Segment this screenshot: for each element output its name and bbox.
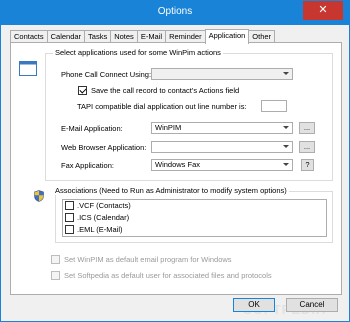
save-record-label: Save the call record to contact's Action… <box>91 86 240 95</box>
fax-help-button[interactable]: ? <box>301 159 314 171</box>
vcf-label: .VCF (Contacts) <box>77 201 131 210</box>
vcf-checkbox[interactable] <box>65 201 74 210</box>
eml-checkbox[interactable] <box>65 225 74 234</box>
fax-app-value: Windows Fax <box>155 160 201 169</box>
browser-app-combo[interactable] <box>151 141 293 153</box>
default-user-label: Set Softpedia as default user for associ… <box>64 271 272 280</box>
application-panel: Select applications used for some WinPim… <box>10 42 342 295</box>
email-app-combo[interactable]: WinPIM <box>151 122 293 134</box>
tab-application[interactable]: Application <box>204 29 250 44</box>
ics-label: .ICS (Calendar) <box>77 213 130 222</box>
chevron-down-icon <box>283 126 289 129</box>
shield-icon <box>34 190 44 202</box>
default-user-checkbox[interactable] <box>51 271 60 280</box>
chevron-down-icon <box>283 163 289 166</box>
actions-group-title: Select applications used for some WinPim… <box>53 48 223 57</box>
fax-app-combo[interactable]: Windows Fax <box>151 159 293 171</box>
browser-browse-button[interactable]: ... <box>299 141 315 153</box>
ics-checkbox[interactable] <box>65 213 74 222</box>
phone-call-label: Phone Call Connect Using: <box>61 70 152 79</box>
fax-app-label: Fax Application: <box>61 161 114 170</box>
chevron-down-icon <box>283 72 289 75</box>
cancel-button[interactable]: Cancel <box>286 298 338 312</box>
application-window-icon <box>19 61 37 76</box>
default-email-checkbox[interactable] <box>51 255 60 264</box>
eml-label: .EML (E-Mail) <box>77 225 123 234</box>
close-button[interactable]: ✕ <box>303 1 343 20</box>
tapi-line-input[interactable] <box>261 100 287 112</box>
browser-app-label: Web Browser Application: <box>61 143 147 152</box>
associations-list: .VCF (Contacts) .ICS (Calendar) .EML (E-… <box>62 199 327 237</box>
title-bar: Options ✕ <box>1 1 349 25</box>
window-title: Options <box>157 6 193 17</box>
email-app-value: WinPIM <box>155 123 182 132</box>
save-record-checkbox[interactable] <box>78 86 87 95</box>
ok-button[interactable]: OK <box>233 298 275 312</box>
close-icon: ✕ <box>318 4 328 16</box>
email-app-label: E-Mail Application: <box>61 124 123 133</box>
chevron-down-icon <box>283 145 289 148</box>
phone-call-combo[interactable] <box>151 68 293 80</box>
tab-strip: Contacts Calendar Tasks Notes E-Mail Rem… <box>10 29 342 44</box>
tapi-label: TAPI compatible dial application out lin… <box>77 102 247 111</box>
default-email-label: Set WinPIM as default email program for … <box>64 255 232 264</box>
associations-group-title: Associations (Need to Run as Administrat… <box>53 186 289 195</box>
options-window: Options ✕ Contacts Calendar Tasks Notes … <box>0 0 350 322</box>
email-browse-button[interactable]: ... <box>299 122 315 134</box>
